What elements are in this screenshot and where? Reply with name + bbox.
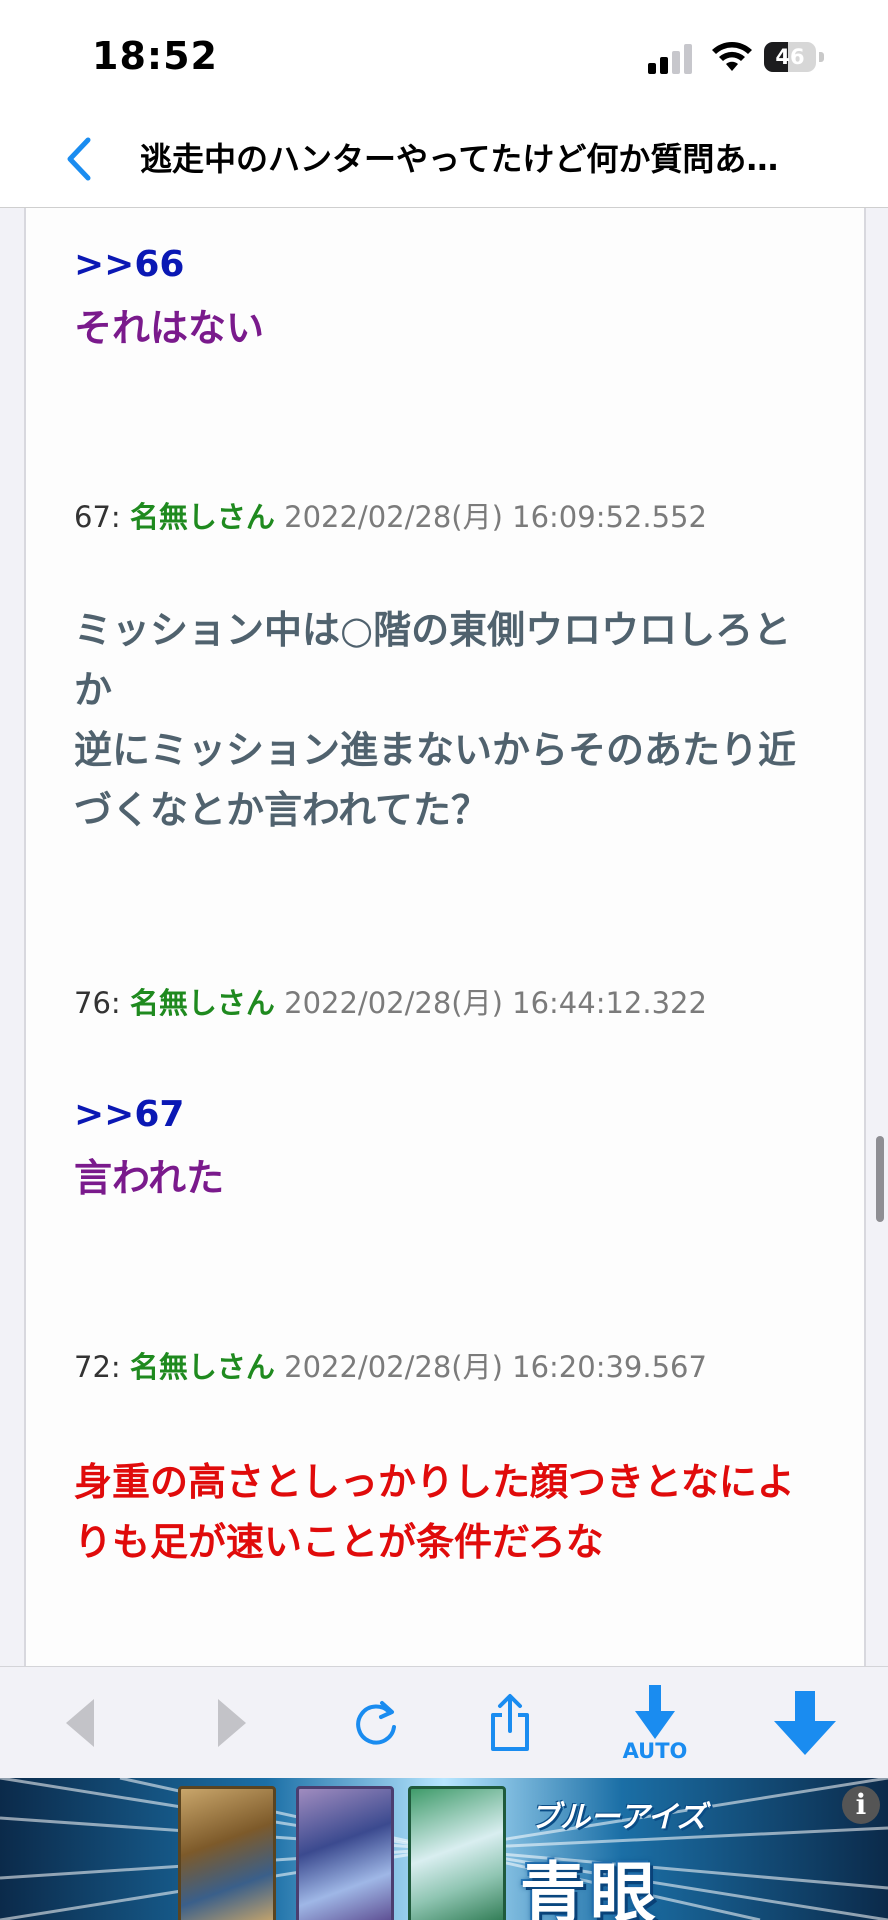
post-header: 72: 名無しさん 2022/02/28(月) 16:20:39.567	[74, 1344, 707, 1386]
ad-info-icon[interactable]: i	[842, 1786, 880, 1824]
page-title: 逃走中のハンターやってたけど何か質問あ…	[140, 140, 779, 178]
post-datetime: 2022/02/28(月) 16:09:52.552	[284, 500, 707, 534]
post-datetime: 2022/02/28(月) 16:20:39.567	[284, 1350, 707, 1384]
card-image	[408, 1786, 506, 1920]
wifi-icon	[712, 42, 752, 71]
forward-button[interactable]	[192, 1667, 272, 1779]
bottom-toolbar: AUTO	[0, 1666, 888, 1779]
post-body-line: 身重の高さとしっかりした顔つきとなによ	[74, 1460, 795, 1504]
post-datetime: 2022/02/28(月) 16:44:12.322	[284, 986, 707, 1020]
thread-content[interactable]: >>66 それはない 67: 名無しさん 2022/02/28(月) 16:09…	[0, 208, 888, 1666]
share-icon	[491, 1694, 529, 1751]
back-button[interactable]	[40, 1667, 120, 1779]
post-body-line: づくなとか言われてた？	[74, 788, 489, 832]
status-bar: 18:52 46	[0, 0, 888, 110]
card-image	[296, 1786, 394, 1920]
post-body: それはない	[74, 306, 265, 350]
poster-name: 名無しさん	[129, 1350, 275, 1384]
post-number: 76:	[74, 986, 121, 1020]
post-number: 72:	[74, 1350, 121, 1384]
triangle-forward-icon	[218, 1699, 246, 1747]
auto-label: AUTO	[622, 1739, 688, 1763]
auto-scroll-down-icon	[635, 1685, 675, 1739]
poster-name: 名無しさん	[129, 500, 275, 534]
ad-subtitle: ブルーアイズ	[530, 1800, 707, 1835]
battery-icon: 46	[764, 42, 826, 72]
share-button[interactable]	[470, 1667, 550, 1779]
auto-scroll-button[interactable]: AUTO	[610, 1667, 700, 1779]
ad-title: 青眼	[520, 1855, 660, 1920]
navigation-bar: 逃走中のハンターやってたけど何か質問あ…	[0, 110, 888, 208]
reload-button[interactable]	[336, 1667, 416, 1779]
triangle-back-icon	[66, 1699, 94, 1747]
ad-banner[interactable]: ブルーアイズ 青眼 i	[0, 1778, 888, 1920]
battery-percent: 46	[775, 45, 805, 69]
post-number: 67:	[74, 500, 121, 534]
post-body-line: りも足が速いことが条件だろな	[74, 1520, 604, 1564]
post-header: 67: 名無しさん 2022/02/28(月) 16:09:52.552	[74, 494, 707, 536]
refresh-icon	[356, 1701, 396, 1745]
post-header: 76: 名無しさん 2022/02/28(月) 16:44:12.322	[74, 980, 707, 1022]
cellular-signal-icon	[648, 44, 694, 74]
scroll-to-bottom-button[interactable]	[760, 1667, 850, 1779]
back-chevron-icon[interactable]	[60, 134, 100, 184]
status-time: 18:52	[92, 34, 218, 78]
card-image	[178, 1786, 276, 1920]
post-body: 言われた	[74, 1156, 225, 1200]
reply-anchor-link[interactable]: >>67	[74, 1094, 184, 1135]
thread-panel: >>66 それはない 67: 名無しさん 2022/02/28(月) 16:09…	[24, 208, 866, 1666]
reply-anchor-link[interactable]: >>66	[74, 244, 184, 285]
scroll-indicator[interactable]	[876, 1136, 884, 1222]
scroll-down-icon	[774, 1691, 836, 1755]
poster-name: 名無しさん	[129, 986, 275, 1020]
post-body-line: ミッション中は○階の東側ウロウロしろと	[74, 608, 792, 652]
post-body-line: 逆にミッション進まないからそのあたり近	[74, 728, 797, 772]
post-body-line: か	[74, 668, 113, 712]
